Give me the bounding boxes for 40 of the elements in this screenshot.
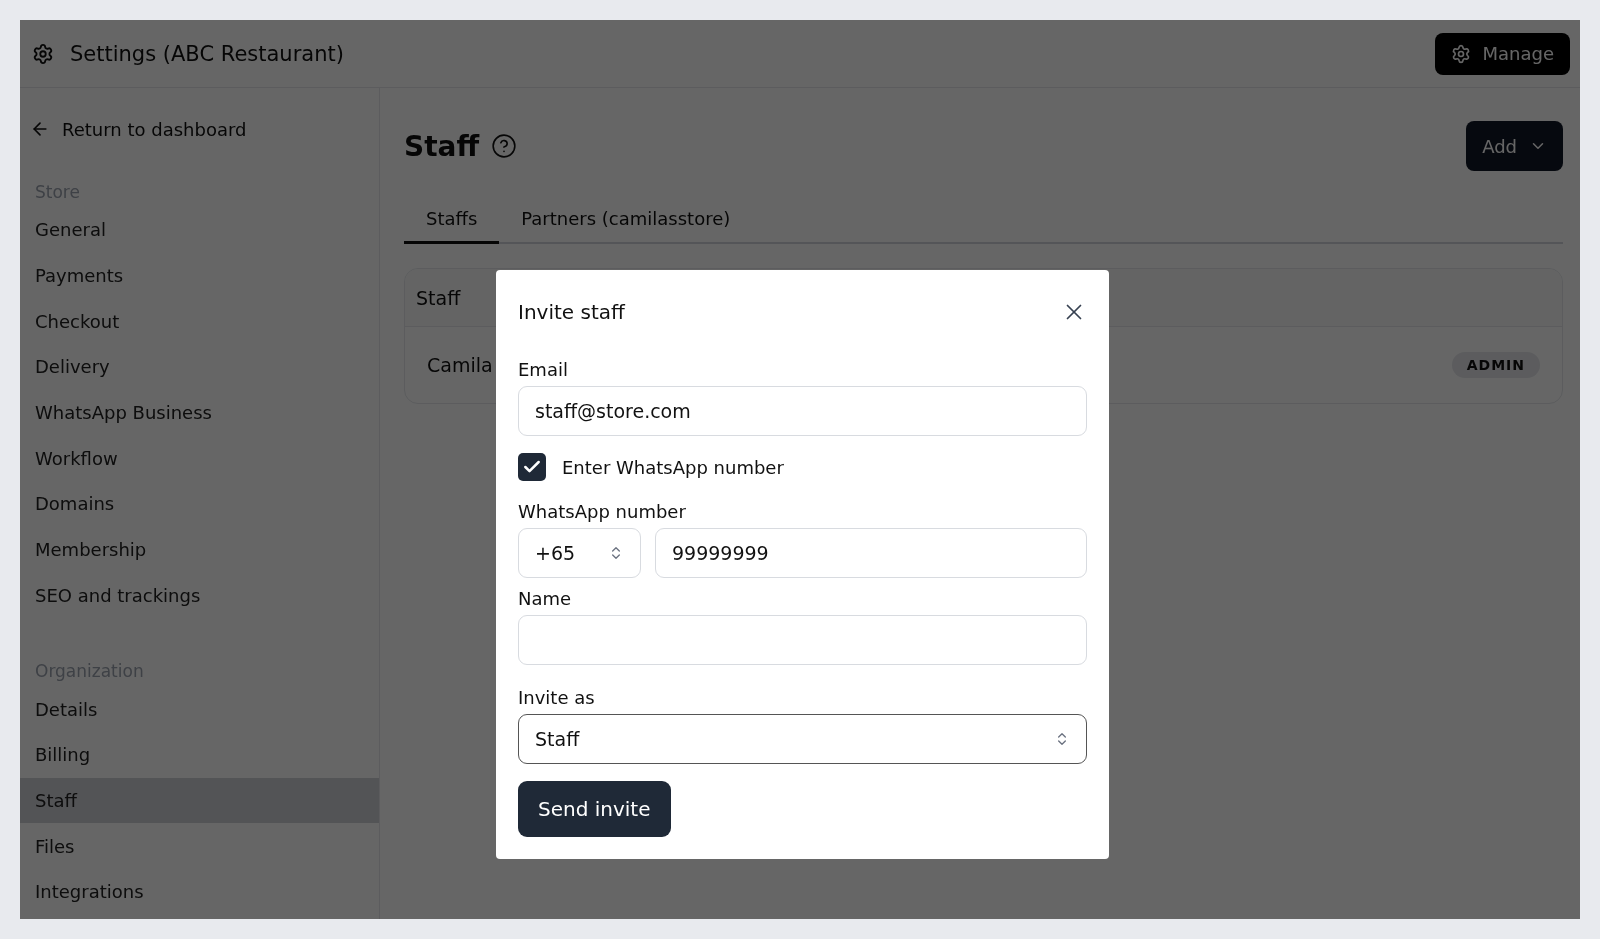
help-icon[interactable] — [491, 133, 518, 159]
sidebar-item[interactable]: Integrations — [20, 868, 379, 915]
checkbox[interactable] — [518, 453, 546, 481]
country-code-select[interactable]: +65 — [518, 528, 641, 578]
sidebar-item[interactable]: WhatsApp Business — [20, 389, 379, 436]
dialog-title: Invite staff — [518, 300, 625, 324]
send-invite-button[interactable]: Send invite — [518, 781, 671, 837]
sidebar-item[interactable]: Workflow — [20, 435, 379, 482]
tab[interactable]: Partners (camilasstore) — [499, 198, 753, 244]
sidebar-item[interactable]: Delivery — [20, 344, 379, 390]
column-header: Staff — [416, 286, 461, 309]
sidebar-item[interactable]: General — [20, 207, 379, 253]
phone-field[interactable]: 99999999 — [655, 528, 1087, 578]
sidebar-item[interactable]: Staff — [20, 777, 379, 824]
field-label: Name — [518, 588, 573, 609]
field-label: Email — [518, 359, 569, 380]
field-label: WhatsApp number — [518, 501, 687, 522]
field-label: Invite as — [518, 687, 596, 708]
page-title: Settings (ABC Restaurant) — [70, 41, 345, 66]
name-field[interactable] — [518, 615, 1087, 665]
settings-icon — [32, 42, 54, 65]
settings-icon — [1450, 43, 1471, 64]
role-badge: ADMIN — [1451, 352, 1540, 378]
sidebar-item[interactable]: Payments — [20, 252, 379, 299]
checkbox-label: Enter WhatsApp number — [562, 456, 784, 478]
role-select[interactable]: Staff — [518, 714, 1087, 764]
page-heading: Staff — [404, 129, 480, 163]
return-link[interactable]: Return to dashboard — [20, 114, 379, 144]
sidebar-item[interactable]: Details — [20, 686, 379, 732]
sidebar-item[interactable]: Domains — [20, 481, 379, 527]
sidebar-item[interactable]: Checkout — [20, 298, 379, 345]
add-button[interactable]: Add — [1466, 121, 1563, 171]
email-field[interactable]: staff@store.com — [518, 386, 1087, 436]
manage-button[interactable]: Manage — [1434, 32, 1570, 75]
table-cell: Camila — [427, 354, 493, 376]
sidebar-item[interactable]: SEO and trackings — [20, 572, 379, 619]
sidebar-item[interactable]: Membership — [20, 526, 379, 573]
sidebar-item[interactable]: Files — [20, 823, 379, 869]
tab[interactable]: Staffs — [404, 198, 500, 244]
sidebar-item[interactable]: Billing — [20, 731, 379, 778]
